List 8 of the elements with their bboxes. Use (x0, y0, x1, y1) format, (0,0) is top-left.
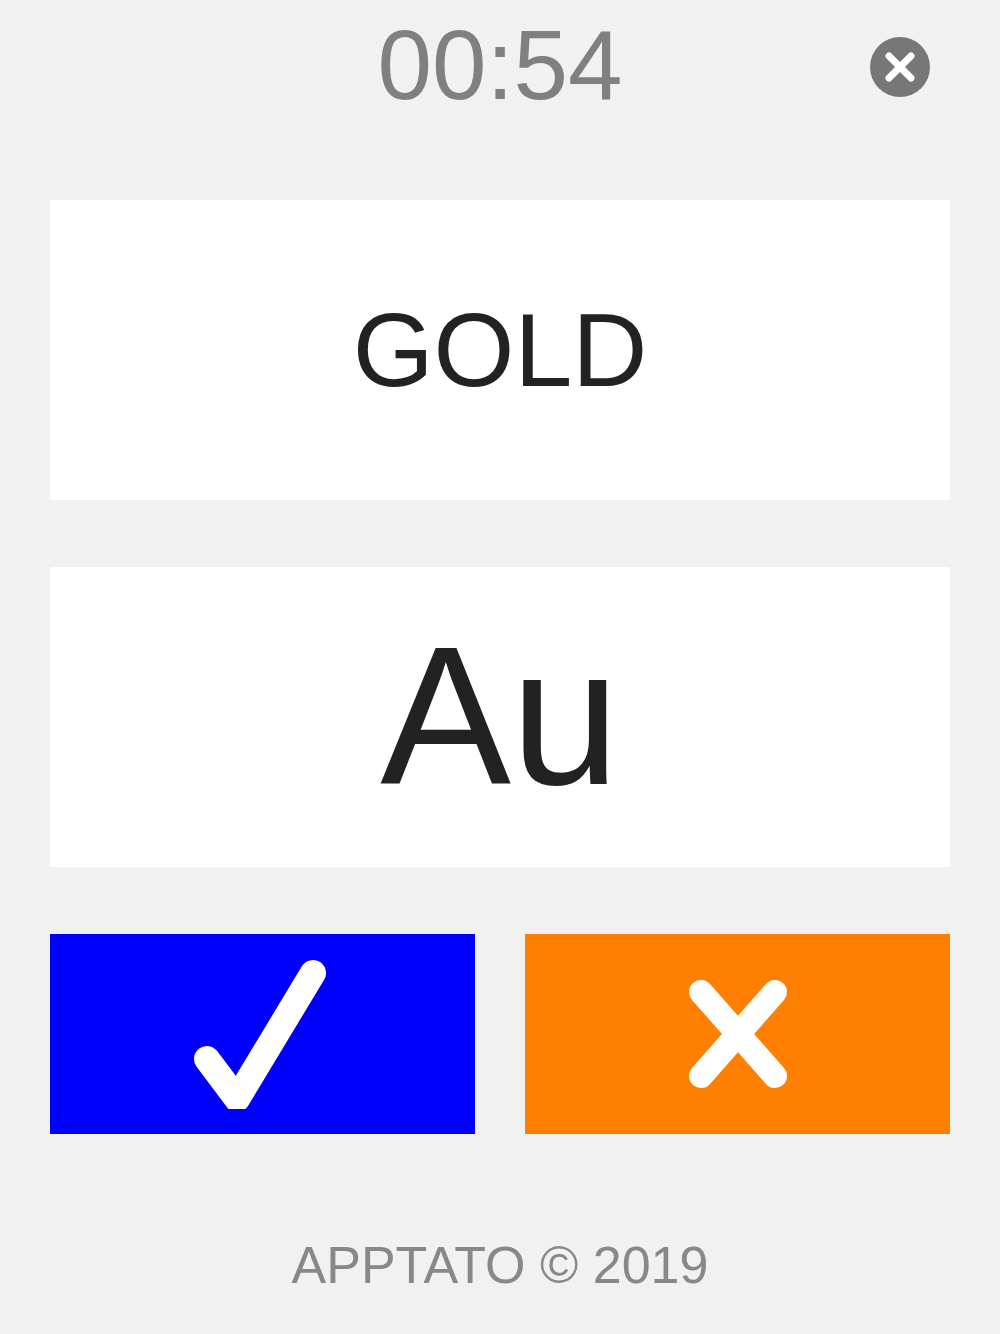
timer: 00:54 (377, 12, 623, 120)
close-icon[interactable] (870, 37, 930, 97)
copyright-text: APPTATO © 2019 (291, 1235, 709, 1296)
correct-button[interactable] (50, 934, 475, 1134)
cross-icon (687, 979, 788, 1089)
wrong-button[interactable] (525, 934, 950, 1134)
element-name: GOLD (352, 298, 648, 402)
element-symbol: Au (380, 619, 620, 815)
